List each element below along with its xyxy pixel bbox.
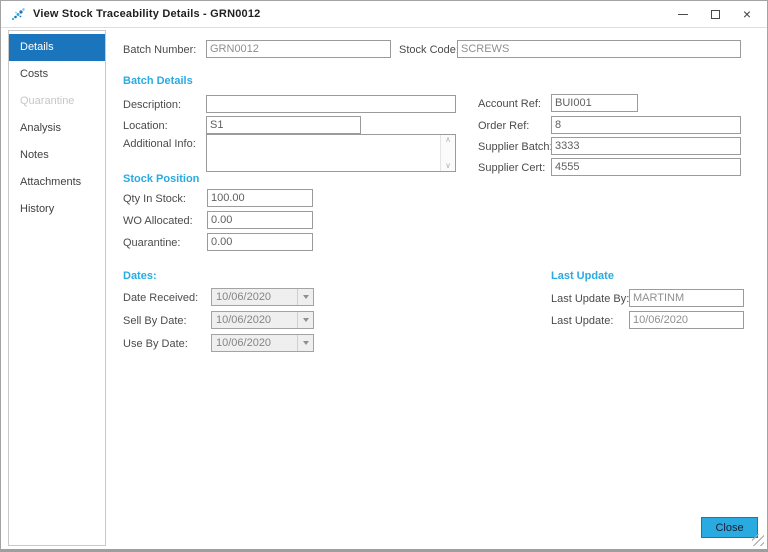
last-update-section-title: Last Update <box>551 270 614 282</box>
last-update-by-input[interactable] <box>629 289 744 307</box>
supplier-cert-label: Supplier Cert: <box>478 162 545 174</box>
scroll-down-icon[interactable]: ∨ <box>445 162 451 170</box>
wo-allocated-input[interactable] <box>207 211 313 229</box>
close-button[interactable]: Close <box>701 517 758 538</box>
dates-section-title: Dates: <box>123 270 157 282</box>
supplier-cert-input[interactable] <box>551 158 741 176</box>
additional-info-textarea[interactable]: ∧ ∨ <box>206 134 456 172</box>
date-received-value: 10/06/2020 <box>212 291 297 303</box>
sell-by-date-value: 10/06/2020 <box>212 314 297 326</box>
supplier-batch-label: Supplier Batch: <box>478 141 553 153</box>
title-bar: View Stock Traceability Details - GRN001… <box>1 1 767 28</box>
wo-allocated-label: WO Allocated: <box>123 215 193 227</box>
sidebar-item-attachments[interactable]: Attachments <box>9 169 105 196</box>
use-by-date-combo[interactable]: 10/06/2020 <box>211 334 314 352</box>
sidebar-item-analysis[interactable]: Analysis <box>9 115 105 142</box>
stock-code-label: Stock Code: <box>399 44 459 56</box>
date-received-combo[interactable]: 10/06/2020 <box>211 288 314 306</box>
sidebar-item-costs[interactable]: Costs <box>9 61 105 88</box>
supplier-batch-input[interactable] <box>551 137 741 155</box>
description-input[interactable] <box>206 95 456 113</box>
minimize-icon[interactable] <box>667 3 699 25</box>
sidebar-nav: Details Costs Quarantine Analysis Notes … <box>8 30 106 546</box>
account-ref-label: Account Ref: <box>478 98 541 110</box>
last-update-label: Last Update: <box>551 315 613 327</box>
batch-number-input[interactable] <box>206 40 391 58</box>
chevron-down-icon[interactable] <box>297 312 313 328</box>
qty-in-stock-label: Qty In Stock: <box>123 193 186 205</box>
window-controls: × <box>667 3 763 25</box>
close-icon[interactable]: × <box>731 3 763 25</box>
maximize-icon[interactable] <box>699 3 731 25</box>
chevron-down-icon[interactable] <box>297 335 313 351</box>
quarantine-qty-label: Quarantine: <box>123 237 180 249</box>
use-by-date-label: Use By Date: <box>123 338 188 350</box>
last-update-by-label: Last Update By: <box>551 293 629 305</box>
scroll-up-icon[interactable]: ∧ <box>445 136 451 144</box>
sell-by-date-label: Sell By Date: <box>123 315 187 327</box>
order-ref-input[interactable] <box>551 116 741 134</box>
batch-details-section-title: Batch Details <box>123 75 193 87</box>
location-input[interactable] <box>206 116 361 134</box>
qty-in-stock-input[interactable] <box>207 189 313 207</box>
order-ref-label: Order Ref: <box>478 120 529 132</box>
chevron-down-icon[interactable] <box>297 289 313 305</box>
account-ref-input[interactable] <box>551 94 638 112</box>
resize-grip[interactable] <box>752 534 764 546</box>
last-update-input[interactable] <box>629 311 744 329</box>
sidebar-item-quarantine: Quarantine <box>9 88 105 115</box>
sidebar-item-details[interactable]: Details <box>9 34 105 61</box>
batch-number-label: Batch Number: <box>123 44 196 56</box>
app-logo-icon <box>10 6 26 22</box>
textarea-scrollbar[interactable]: ∧ ∨ <box>440 135 455 171</box>
quarantine-qty-input[interactable] <box>207 233 313 251</box>
location-label: Location: <box>123 120 168 132</box>
use-by-date-value: 10/06/2020 <box>212 337 297 349</box>
sidebar-item-history[interactable]: History <box>9 196 105 223</box>
additional-info-label: Additional Info: <box>123 138 196 150</box>
sidebar-item-notes[interactable]: Notes <box>9 142 105 169</box>
description-label: Description: <box>123 99 181 111</box>
date-received-label: Date Received: <box>123 292 198 304</box>
window-title: View Stock Traceability Details - GRN001… <box>33 8 261 20</box>
dialog-window: View Stock Traceability Details - GRN001… <box>0 0 768 552</box>
sell-by-date-combo[interactable]: 10/06/2020 <box>211 311 314 329</box>
stock-code-input[interactable] <box>457 40 741 58</box>
stock-position-section-title: Stock Position <box>123 173 199 185</box>
